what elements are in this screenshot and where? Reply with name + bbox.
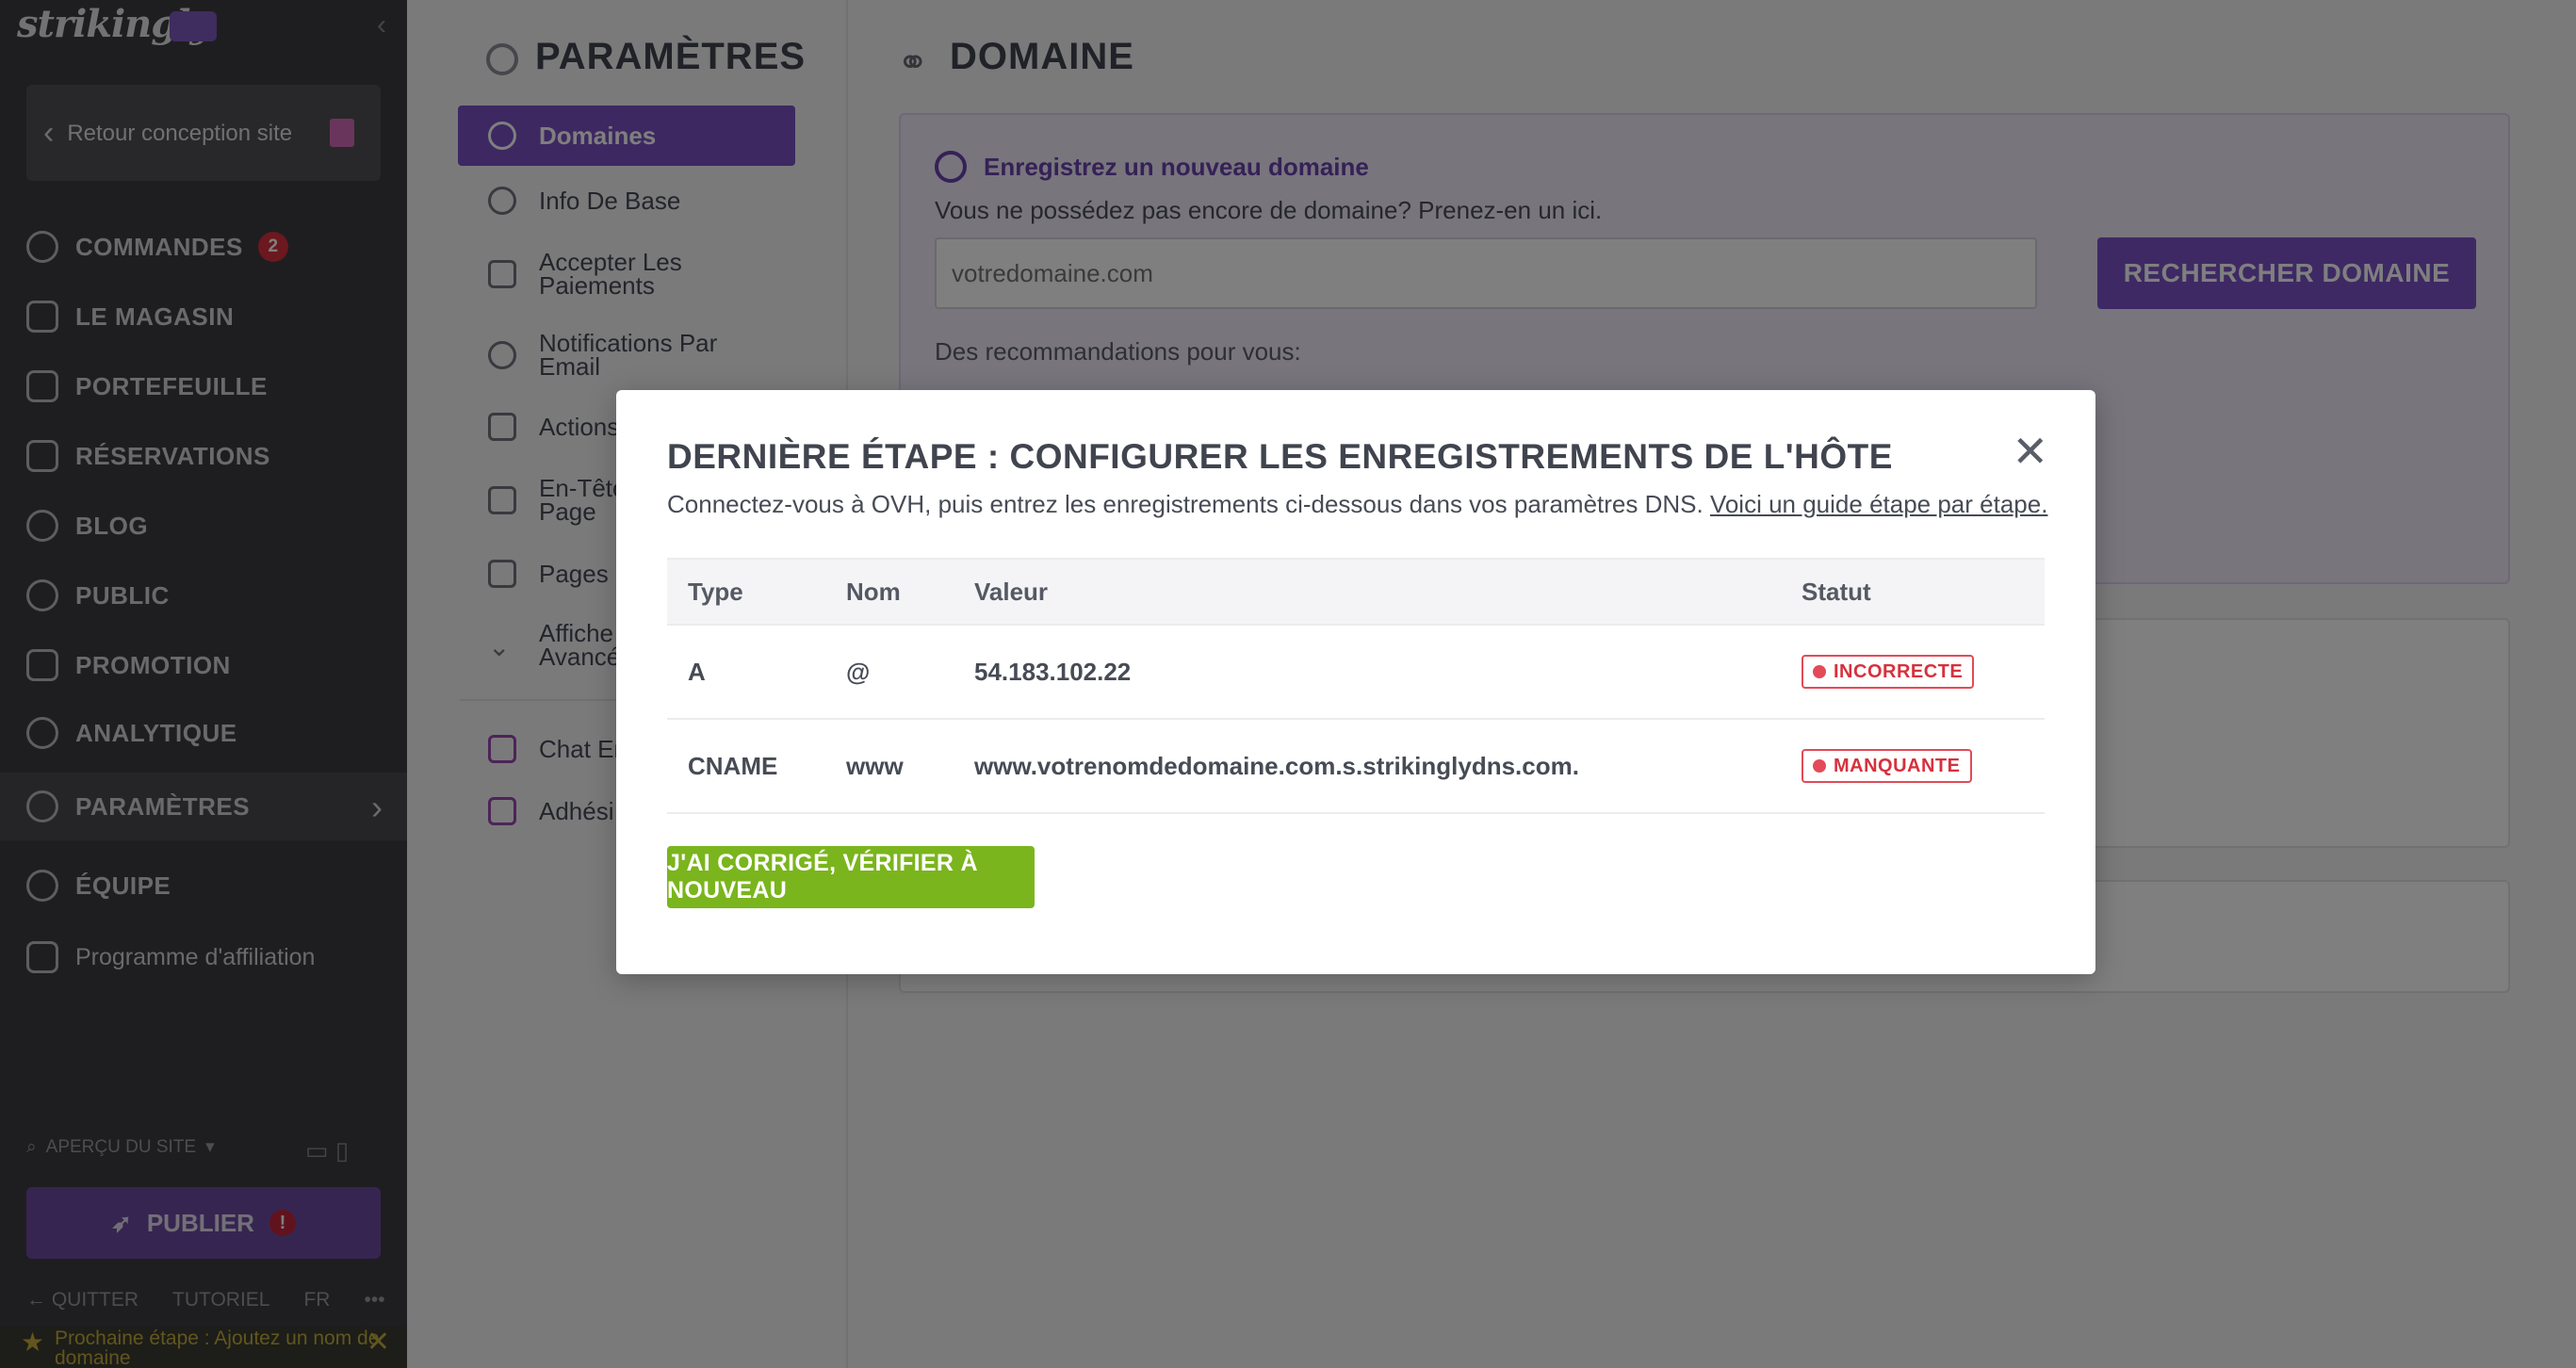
status-dot-icon	[1813, 665, 1826, 678]
record-status: INCORRECTE	[1781, 625, 2045, 720]
record-status: MANQUANTE	[1781, 719, 2045, 814]
verify-again-button[interactable]: J'AI CORRIGÉ, VÉRIFIER À NOUVEAU	[667, 846, 1035, 908]
status-badge-label: INCORRECTE	[1834, 660, 1964, 682]
modal-description: Connectez-vous à OVH, puis entrez les en…	[667, 490, 2047, 519]
record-type: A	[667, 625, 825, 720]
table-row: CNAME www www.votrenomdedomaine.com.s.st…	[667, 719, 2045, 814]
modal-description-text: Connectez-vous à OVH, puis entrez les en…	[667, 490, 1710, 518]
status-badge: INCORRECTE	[1802, 655, 1975, 689]
table-row: A @ 54.183.102.22 INCORRECTE	[667, 625, 2045, 720]
table-header-row: Type Nom Valeur Statut	[667, 558, 2045, 626]
record-name: www	[825, 719, 954, 814]
column-header-valeur: Valeur	[954, 558, 1781, 626]
status-dot-icon	[1813, 759, 1826, 773]
status-badge-label: MANQUANTE	[1834, 755, 1961, 776]
close-icon[interactable]: ✕	[2012, 430, 2048, 473]
dns-records-table: Type Nom Valeur Statut A @ 54.183.102.22…	[667, 558, 2045, 814]
column-header-type: Type	[667, 558, 825, 626]
modal-title: DERNIÈRE ÉTAPE : CONFIGURER LES ENREGIST…	[667, 437, 1893, 476]
record-name: @	[825, 625, 954, 720]
record-value[interactable]: www.votrenomdedomaine.com.s.strikinglydn…	[954, 719, 1781, 814]
record-type: CNAME	[667, 719, 825, 814]
status-badge: MANQUANTE	[1802, 749, 1972, 783]
step-by-step-guide-link[interactable]: Voici un guide étape par étape.	[1710, 490, 2048, 518]
column-header-nom: Nom	[825, 558, 954, 626]
record-value[interactable]: 54.183.102.22	[954, 625, 1781, 720]
dns-configuration-modal: DERNIÈRE ÉTAPE : CONFIGURER LES ENREGIST…	[616, 390, 2095, 974]
column-header-statut: Statut	[1781, 558, 2045, 626]
